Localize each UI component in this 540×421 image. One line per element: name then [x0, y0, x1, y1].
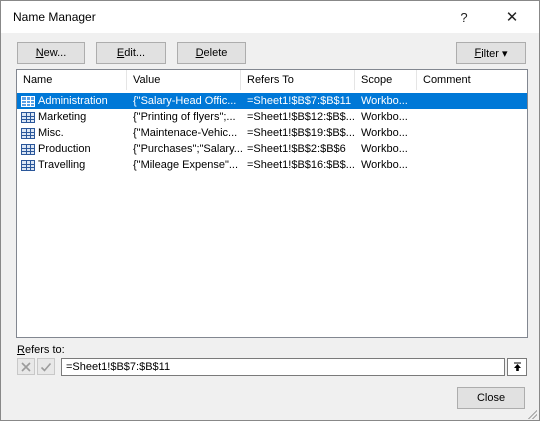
- close-button[interactable]: Close: [457, 387, 525, 409]
- row-scope: Workbo...: [361, 143, 408, 155]
- row-comment: [425, 93, 525, 109]
- dialog-title: Name Manager: [13, 10, 96, 24]
- table-icon: [21, 159, 35, 171]
- row-refers-to: =Sheet1!$B$7:$B$11: [247, 95, 352, 107]
- table-row[interactable]: Administration {"Salary-Head Offic... =S…: [17, 93, 527, 109]
- column-header-value[interactable]: Value: [127, 70, 241, 90]
- refers-to-label-text: efers to:: [24, 344, 65, 356]
- name-manager-dialog: Name Manager ? ✕ New... Edit... Delete F…: [0, 0, 540, 421]
- table-row[interactable]: Production {"Purchases";"Salary... =Shee…: [17, 141, 527, 157]
- collapse-dialog-button[interactable]: [507, 358, 527, 376]
- filter-button[interactable]: Filter ▾: [456, 42, 526, 64]
- refers-to-field[interactable]: =Sheet1!$B$7:$B$11: [61, 358, 505, 376]
- column-header-scope[interactable]: Scope: [355, 70, 417, 90]
- table-row[interactable]: Marketing {"Printing of flyers";... =She…: [17, 109, 527, 125]
- filter-button-accel: F: [474, 47, 482, 59]
- resize-grip[interactable]: [527, 409, 537, 419]
- row-refers-to: =Sheet1!$B$16:$B$...: [247, 159, 355, 171]
- accept-icon: [40, 362, 52, 372]
- collapse-dialog-icon: [513, 362, 521, 371]
- new-button-label: ew...: [43, 47, 67, 59]
- row-name: Marketing: [38, 111, 87, 123]
- row-name-cell: Marketing: [21, 109, 127, 125]
- delete-button-accel: D: [195, 47, 204, 59]
- delete-button-label: elete: [203, 47, 228, 59]
- refers-to-accel: R: [17, 344, 25, 356]
- table-row[interactable]: Misc. {"Maintenace-Vehic... =Sheet1!$B$1…: [17, 125, 527, 141]
- row-scope: Workbo...: [361, 95, 408, 107]
- row-value: {"Salary-Head Offic...: [133, 95, 237, 107]
- table-icon: [21, 127, 35, 139]
- row-comment: [425, 157, 525, 173]
- row-name-cell: Travelling: [21, 157, 127, 173]
- refers-to-label: Refers to:: [17, 344, 65, 356]
- title-bar: Name Manager ? ✕: [1, 1, 539, 33]
- table-icon: [21, 143, 35, 155]
- row-name-cell: Misc.: [21, 125, 127, 141]
- delete-button[interactable]: Delete: [177, 42, 246, 64]
- help-icon: ?: [460, 9, 468, 25]
- new-button-accel: N: [35, 47, 44, 59]
- names-list[interactable]: Name Value Refers To Scope Comment Admin…: [16, 69, 528, 338]
- edit-button-label: dit...: [124, 47, 146, 59]
- cancel-icon: [21, 361, 31, 372]
- help-button[interactable]: ?: [447, 1, 481, 33]
- row-value: {"Maintenace-Vehic...: [133, 127, 238, 139]
- column-header-comment[interactable]: Comment: [417, 70, 527, 90]
- new-button[interactable]: New...: [17, 42, 85, 64]
- row-name: Misc.: [38, 127, 64, 139]
- edit-button-accel: E: [116, 47, 125, 59]
- filter-button-label: ilter ▾: [481, 47, 508, 60]
- row-refers-to: =Sheet1!$B$12:$B$...: [247, 111, 355, 123]
- row-scope: Workbo...: [361, 111, 408, 123]
- column-header-refers-to[interactable]: Refers To: [241, 70, 355, 90]
- column-header-name[interactable]: Name: [17, 70, 127, 90]
- row-refers-to: =Sheet1!$B$2:$B$6: [247, 143, 346, 155]
- cancel-edit-button[interactable]: [17, 358, 35, 375]
- row-scope: Workbo...: [361, 159, 408, 171]
- list-header: Name Value Refers To Scope Comment: [17, 70, 527, 90]
- row-name: Travelling: [38, 159, 86, 171]
- row-comment: [425, 109, 525, 125]
- table-row[interactable]: Travelling {"Mileage Expense"... =Sheet1…: [17, 157, 527, 173]
- row-value: {"Mileage Expense"...: [133, 159, 239, 171]
- row-name-cell: Administration: [21, 93, 127, 109]
- row-name-cell: Production: [21, 141, 127, 157]
- edit-button[interactable]: Edit...: [96, 42, 166, 64]
- row-name: Production: [38, 143, 91, 155]
- row-scope: Workbo...: [361, 127, 408, 139]
- accept-edit-button[interactable]: [37, 358, 55, 375]
- row-name: Administration: [38, 93, 108, 109]
- table-icon: [21, 95, 35, 107]
- row-comment: [425, 141, 525, 157]
- row-value: {"Printing of flyers";...: [133, 111, 236, 123]
- row-value: {"Purchases";"Salary...: [133, 143, 243, 155]
- close-window-button[interactable]: ✕: [495, 1, 529, 33]
- row-comment: [425, 125, 525, 141]
- table-icon: [21, 111, 35, 123]
- row-refers-to: =Sheet1!$B$19:$B$...: [247, 127, 355, 139]
- close-icon: ✕: [505, 9, 519, 26]
